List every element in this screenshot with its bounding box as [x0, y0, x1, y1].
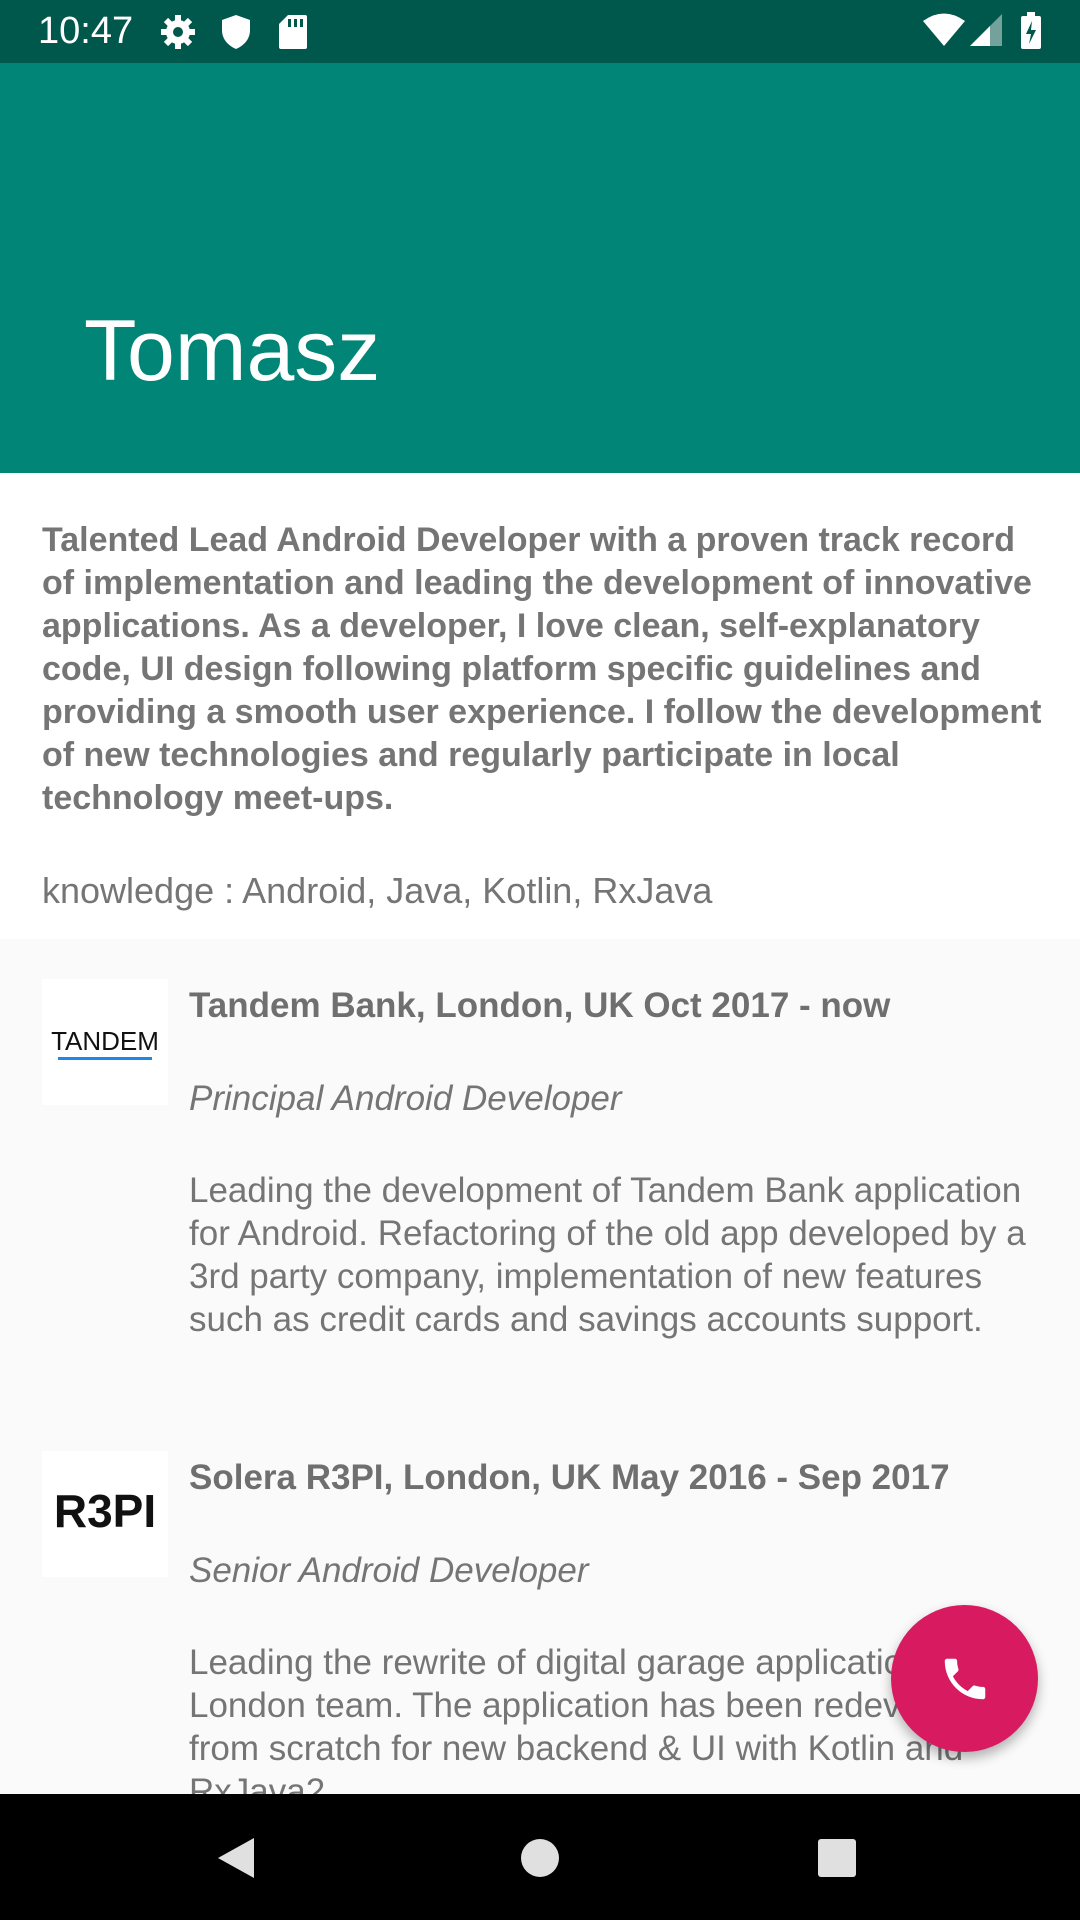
- job-role: Principal Android Developer: [189, 1079, 622, 1118]
- job-description: Leading the development of Tandem Bank a…: [189, 1171, 1026, 1339]
- knowledge-text: knowledge : Android, Java, Kotlin, RxJav…: [42, 870, 713, 911]
- navigation-bar: [0, 1794, 1080, 1920]
- recents-icon[interactable]: [817, 1838, 857, 1883]
- company-logo: R3PI: [42, 1451, 168, 1577]
- profile-summary: Talented Lead Android Developer with a p…: [42, 521, 1042, 817]
- home-icon[interactable]: [520, 1838, 560, 1883]
- company-logo: TANDEM: [42, 979, 168, 1105]
- status-time: 10:47: [38, 10, 134, 52]
- battery-icon: [1020, 12, 1042, 55]
- settings-icon: [160, 14, 196, 55]
- call-button[interactable]: [891, 1605, 1038, 1752]
- back-icon[interactable]: [216, 1836, 256, 1885]
- profile-name-title: Tomasz: [84, 303, 381, 399]
- intro-section: Talented Lead Android Developer with a p…: [0, 473, 1080, 939]
- shield-icon: [220, 14, 252, 55]
- job-heading: Solera R3PI, London, UK May 2016 - Sep 2…: [189, 1458, 950, 1497]
- status-bar: 10:47: [0, 0, 1080, 63]
- app-bar: Tomasz: [0, 63, 1080, 473]
- phone-icon: [944, 1658, 986, 1700]
- job-heading: Tandem Bank, London, UK Oct 2017 - now: [189, 986, 891, 1025]
- company-logo-text: R3PI: [54, 1485, 156, 1537]
- job-role: Senior Android Developer: [189, 1551, 589, 1590]
- signal-icon: [968, 12, 1004, 53]
- company-logo-text: TANDEM: [51, 1026, 159, 1056]
- wifi-icon: [922, 12, 966, 53]
- sd-card-icon: [278, 14, 308, 55]
